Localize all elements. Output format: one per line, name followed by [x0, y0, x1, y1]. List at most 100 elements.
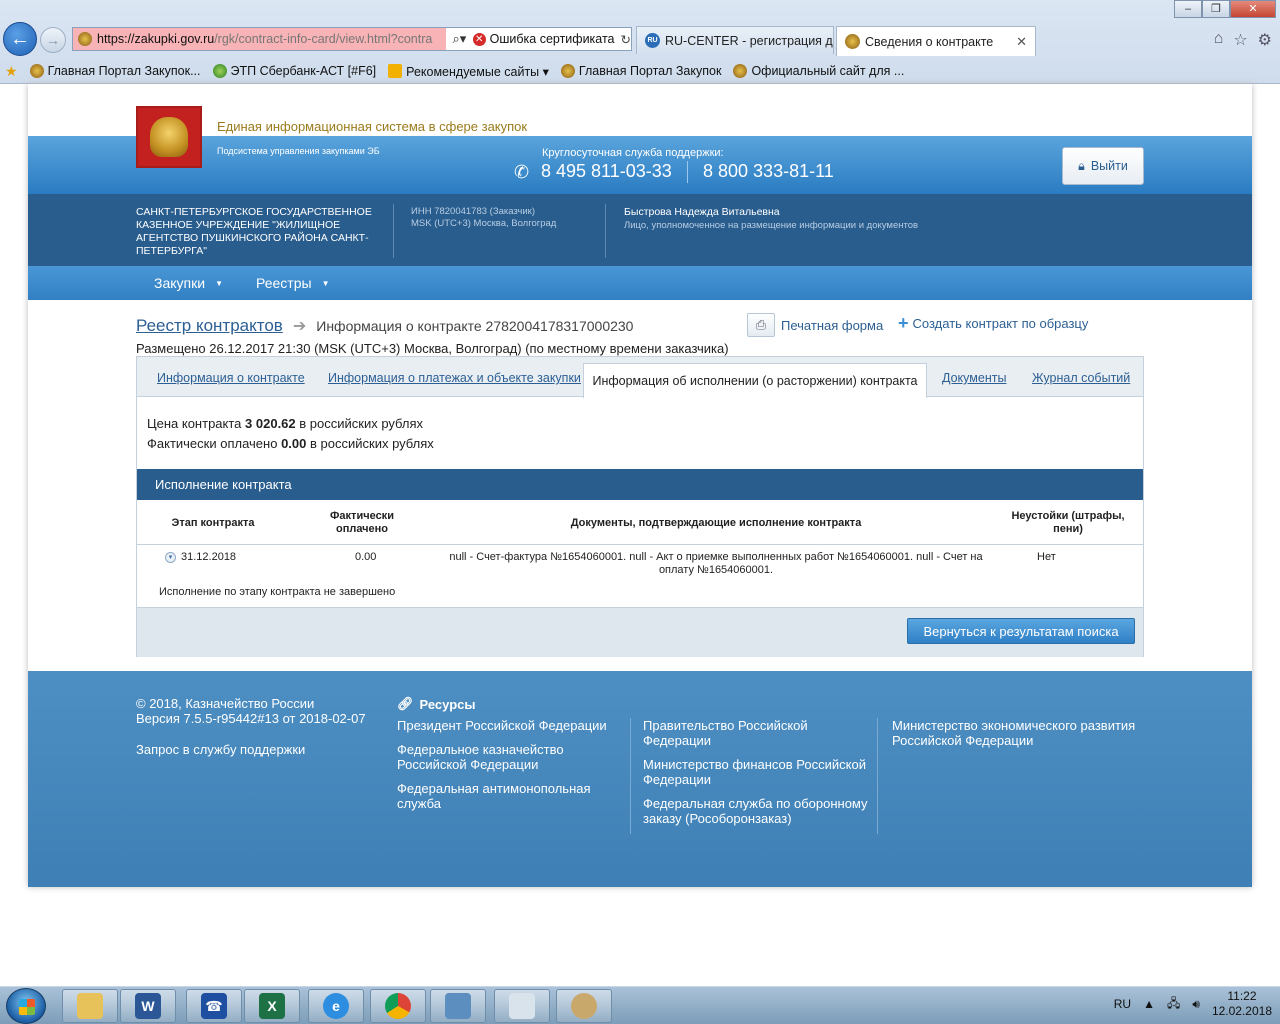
- taskbar-paint[interactable]: [556, 989, 612, 1023]
- window-controls: – ❐ ✕: [1174, 0, 1276, 18]
- create-contract-copy-link[interactable]: + Создать контракт по образцу: [898, 313, 1088, 334]
- taskbar-photos[interactable]: [430, 989, 486, 1023]
- maximize-button[interactable]: ❐: [1202, 0, 1230, 18]
- tab-documents[interactable]: Документы: [942, 371, 1006, 385]
- chevron-down-icon: ▼: [215, 278, 223, 288]
- subsystem-label: Подсистема управления закупками ЭБ: [217, 146, 380, 156]
- favorite-link[interactable]: Главная Портал Закупок...: [29, 64, 201, 78]
- volume-icon[interactable]: 🔊︎: [1192, 997, 1200, 1012]
- url-host: https://zakupki.gov.ru: [97, 32, 215, 46]
- taskbar-word[interactable]: W: [120, 989, 176, 1023]
- coat-of-arms-logo[interactable]: [136, 106, 202, 168]
- footer-link[interactable]: Президент Российской Федерации: [397, 718, 617, 733]
- copyright: © 2018, Казначейство России Версия 7.5.5…: [136, 696, 366, 726]
- menu-label: Закупки: [154, 275, 206, 291]
- taskbar-ie[interactable]: e: [308, 989, 364, 1023]
- taskbar-chrome[interactable]: [370, 989, 426, 1023]
- stage-status: Исполнение по этапу контракта не заверше…: [159, 586, 396, 598]
- print-form-label: Печатная форма: [781, 317, 884, 333]
- footer-link[interactable]: Федеральное казначейство Российской Феде…: [397, 742, 597, 772]
- word-icon: W: [135, 993, 161, 1019]
- close-window-button[interactable]: ✕: [1230, 0, 1276, 18]
- taskbar-excel[interactable]: X: [244, 989, 300, 1023]
- taskbar-scanner[interactable]: [494, 989, 550, 1023]
- browser-tools: ⌂ ☆ ⚙: [1214, 30, 1272, 50]
- favorite-link[interactable]: Официальный сайт для ...: [733, 64, 904, 78]
- page-viewport: Единая информационная система в сфере за…: [0, 84, 1280, 986]
- favorite-link[interactable]: Рекомендуемые сайты ▾: [388, 64, 549, 79]
- arrow-right-icon: ➔: [292, 318, 307, 335]
- footer-link[interactable]: Министерство финансов Российской Федерац…: [643, 757, 868, 787]
- support-phone-1: 8 495 811-03-33: [541, 161, 672, 181]
- network-icon[interactable]: 🖧︎: [1167, 994, 1180, 1015]
- taskbar-app[interactable]: ☎: [186, 989, 242, 1023]
- tray-expand-icon[interactable]: ▲: [1143, 997, 1155, 1011]
- card-footer: Вернуться к результатам поиска: [137, 607, 1143, 657]
- forward-button[interactable]: →: [40, 27, 66, 53]
- favorites-star-icon[interactable]: ☆: [1233, 30, 1247, 50]
- placement-date: Размещено 26.12.2017 21:30 (MSK (UTC+3) …: [136, 341, 729, 356]
- logout-button[interactable]: 🔒︎ Выйти: [1062, 147, 1144, 185]
- print-form-link[interactable]: ⎙ Печатная форма: [747, 313, 883, 337]
- url-path: /rgk/contract-info-card/view.html?contra: [214, 32, 433, 46]
- divider: [687, 161, 688, 183]
- logout-label: Выйти: [1090, 159, 1128, 173]
- tab-event-log[interactable]: Журнал событий: [1032, 371, 1130, 385]
- back-button[interactable]: ←: [3, 22, 37, 56]
- minimize-button[interactable]: –: [1174, 0, 1202, 18]
- refresh-icon[interactable]: ↻: [621, 32, 631, 47]
- org-info-bar: САНКТ-ПЕТЕРБУРГСКОЕ ГОСУДАРСТВЕННОЕ КАЗЕ…: [28, 194, 1252, 266]
- execution-section-title: Исполнение контракта: [137, 469, 1143, 500]
- favorite-link[interactable]: ЭТП Сбербанк-АСТ [#F6]: [212, 64, 377, 78]
- certificate-error[interactable]: ✕ Ошибка сертификата: [472, 32, 615, 46]
- home-icon[interactable]: ⌂: [1214, 30, 1224, 50]
- footer-link[interactable]: Федеральная служба по оборонному заказу …: [643, 796, 868, 826]
- expand-chevron-icon[interactable]: ▾: [165, 552, 176, 563]
- footer-link[interactable]: Федеральная антимонопольная служба: [397, 781, 597, 811]
- tab-execution[interactable]: Информация об исполнении (о расторжении)…: [583, 363, 927, 398]
- sberbank-icon: [212, 64, 227, 78]
- start-button[interactable]: [6, 988, 46, 1024]
- contract-price: Цена контракта 3 020.62 в российских руб…: [147, 416, 423, 431]
- clock[interactable]: 11:22 12.02.2018: [1212, 989, 1272, 1019]
- paid-label: Фактически оплачено: [147, 436, 278, 451]
- tab-close-icon[interactable]: ✕: [1016, 34, 1027, 50]
- tab-rucenter[interactable]: RU RU-CENTER - регистрация до...: [636, 26, 834, 54]
- tab-contract-info[interactable]: Информация о контракте: [157, 371, 305, 385]
- favorite-label: Рекомендуемые сайты ▾: [406, 64, 549, 79]
- favorite-label: ЭТП Сбербанк-АСТ [#F6]: [230, 64, 377, 78]
- back-to-results-button[interactable]: Вернуться к результатам поиска: [907, 618, 1135, 644]
- address-bar[interactable]: https://zakupki.gov.ru/rgk/contract-info…: [72, 27, 632, 51]
- menu-purchases[interactable]: Закупки ▼: [154, 275, 223, 291]
- emblem-icon: [29, 64, 44, 78]
- url-field[interactable]: https://zakupki.gov.ru/rgk/contract-info…: [73, 28, 447, 50]
- menu-registries[interactable]: Реестры ▼: [256, 275, 329, 291]
- settings-gear-icon[interactable]: ⚙: [1258, 30, 1272, 50]
- eagle-icon: [150, 117, 188, 157]
- favorite-label: Главная Портал Закупок: [578, 64, 722, 78]
- phone-icon: ✆: [514, 162, 530, 182]
- scanner-icon: [509, 993, 535, 1019]
- language-indicator[interactable]: RU: [1114, 997, 1131, 1011]
- organization-inn: ИНН 7820041783 (Заказчик) MSK (UTC+3) Мо…: [411, 206, 556, 230]
- main-menu: Закупки ▼ Реестры ▼: [28, 266, 1252, 300]
- favorite-link[interactable]: Главная Портал Закупок: [560, 64, 722, 78]
- header-bar: Подсистема управления закупками ЭБ Кругл…: [28, 136, 1252, 194]
- footer-link[interactable]: Министерство экономического развития Рос…: [892, 718, 1142, 748]
- stage-date: 31.12.2018: [181, 551, 237, 563]
- support-request-link[interactable]: Запрос в службу поддержки: [136, 742, 305, 757]
- support-label: Круглосуточная служба поддержки:: [542, 147, 724, 159]
- tab-contract-info[interactable]: Сведения о контракте ✕: [836, 26, 1036, 56]
- breadcrumb-registry-link[interactable]: Реестр контрактов: [136, 316, 283, 336]
- taskbar-explorer[interactable]: [62, 989, 118, 1023]
- favorites-add-icon[interactable]: ★: [5, 63, 18, 80]
- paid-value: 0.00: [281, 436, 307, 451]
- search-dropdown-icon[interactable]: ⌕▾: [446, 31, 473, 47]
- divider: [630, 718, 631, 834]
- bing-icon: [388, 64, 403, 78]
- tab-payments[interactable]: Информация о платежах и объекте закупки: [328, 371, 581, 385]
- footer-link[interactable]: Правительство Российской Федерации: [643, 718, 843, 748]
- stage-paid: 0.00: [355, 551, 377, 563]
- tab-label: RU-CENTER - регистрация до...: [665, 33, 834, 48]
- plus-icon: +: [898, 313, 909, 333]
